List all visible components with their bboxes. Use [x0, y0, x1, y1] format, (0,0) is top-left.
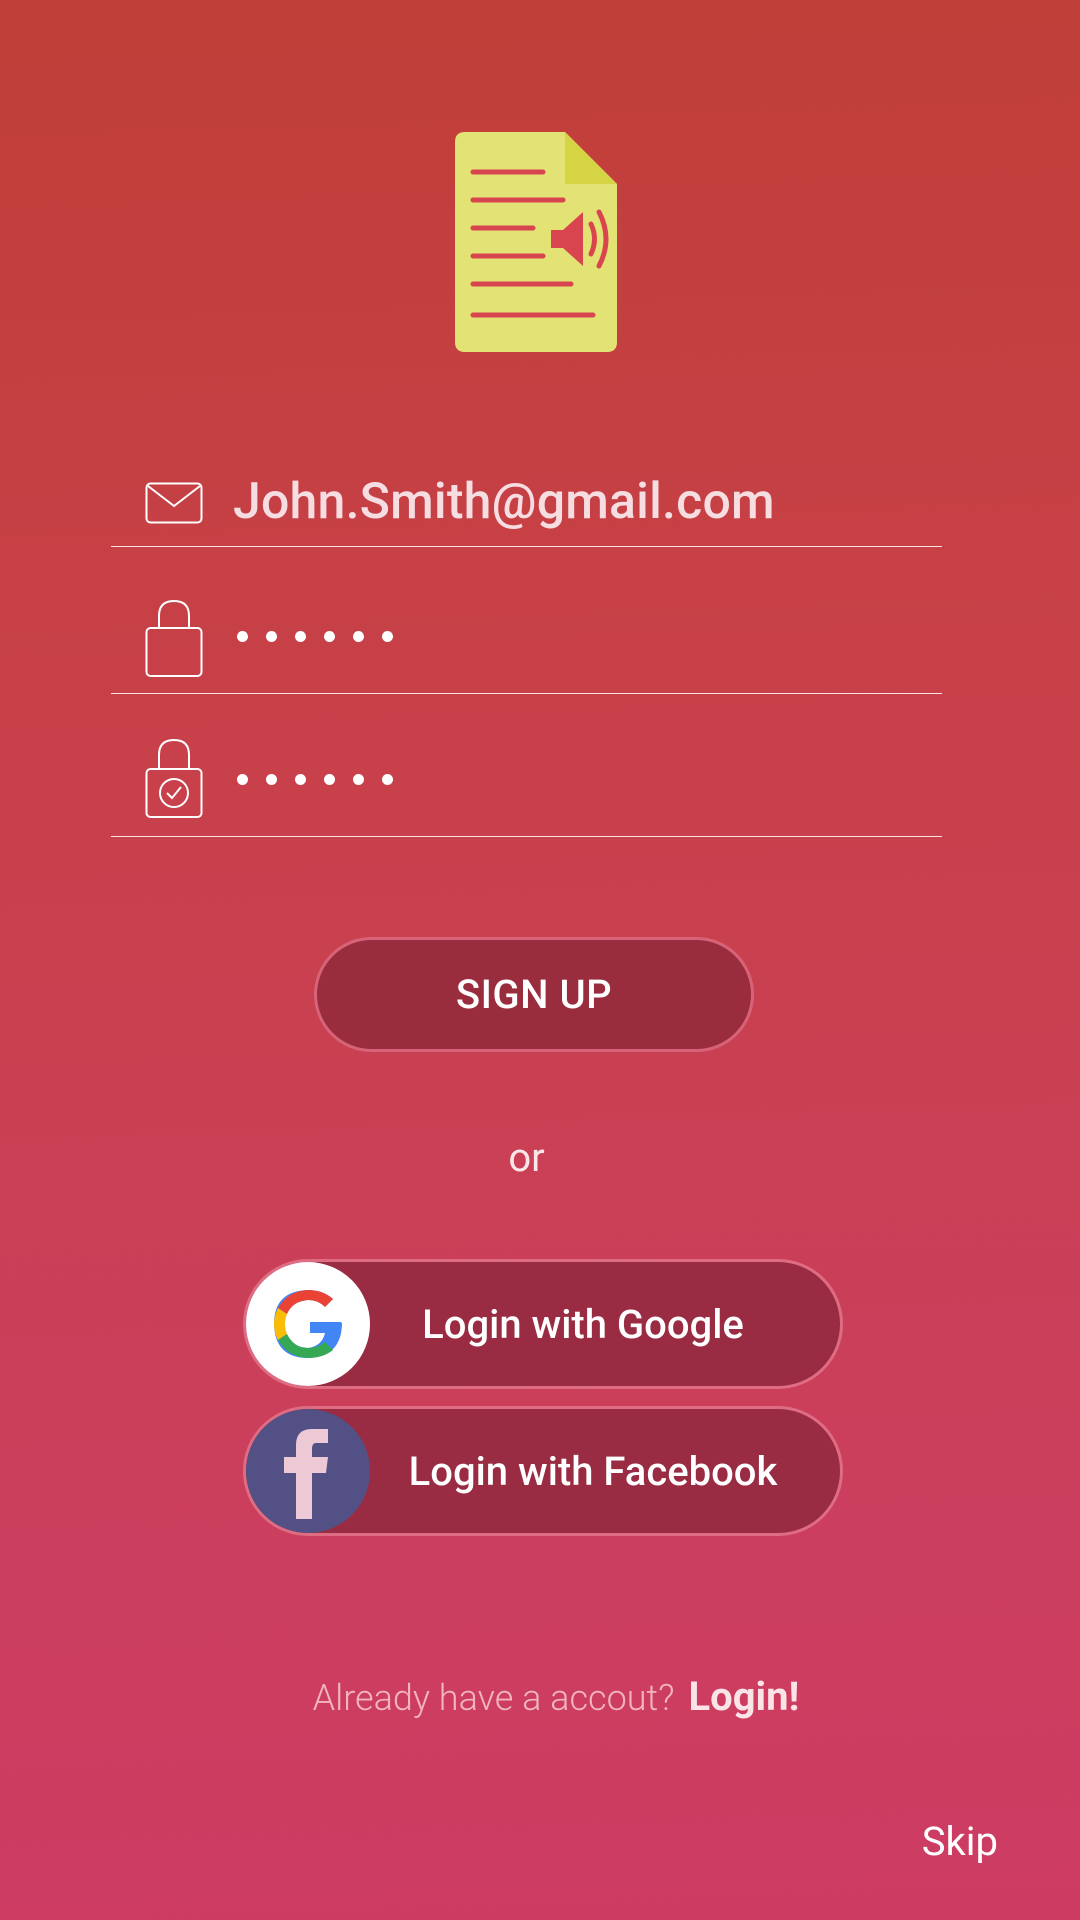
password-field[interactable] — [111, 590, 942, 694]
mask-dot — [295, 774, 306, 785]
mask-dot — [324, 631, 335, 642]
mask-dot — [353, 774, 364, 785]
or-separator: or — [508, 1134, 545, 1181]
login-with-google-button[interactable]: Login with Google — [243, 1259, 843, 1389]
envelope-icon — [145, 482, 203, 524]
facebook-f-icon — [284, 1429, 328, 1519]
login-link[interactable]: Login! — [688, 1673, 799, 1720]
facebook-icon-circle — [246, 1409, 370, 1533]
mask-dot — [237, 774, 248, 785]
skip-link[interactable]: Skip — [922, 1818, 998, 1865]
confirm-password-masked-value — [237, 774, 393, 785]
confirm-password-field[interactable] — [111, 733, 942, 837]
login-with-facebook-button[interactable]: Login with Facebook — [243, 1406, 843, 1536]
mask-dot — [353, 631, 364, 642]
mask-dot — [266, 631, 277, 642]
mask-dot — [295, 631, 306, 642]
google-icon-circle — [246, 1262, 370, 1386]
already-have-account-text: Already have a accout? — [312, 1677, 675, 1719]
password-masked-value — [237, 631, 393, 642]
lock-icon — [145, 599, 203, 677]
login-with-google-label: Login with Google — [422, 1300, 744, 1348]
mask-dot — [382, 774, 393, 785]
mask-dot — [324, 774, 335, 785]
mask-dot — [382, 631, 393, 642]
already-have-account-row: Already have a accout? Login! — [0, 1673, 1080, 1720]
document-speaker-logo-icon — [455, 132, 617, 352]
google-g-icon — [274, 1290, 342, 1358]
email-field[interactable]: John.Smith@gmail.com — [111, 455, 942, 547]
lock-check-icon — [145, 738, 203, 818]
login-with-facebook-label: Login with Facebook — [408, 1447, 778, 1495]
email-value: John.Smith@gmail.com — [233, 473, 775, 531]
sign-up-button[interactable]: SIGN UP — [314, 937, 754, 1052]
mask-dot — [266, 774, 277, 785]
mask-dot — [237, 631, 248, 642]
